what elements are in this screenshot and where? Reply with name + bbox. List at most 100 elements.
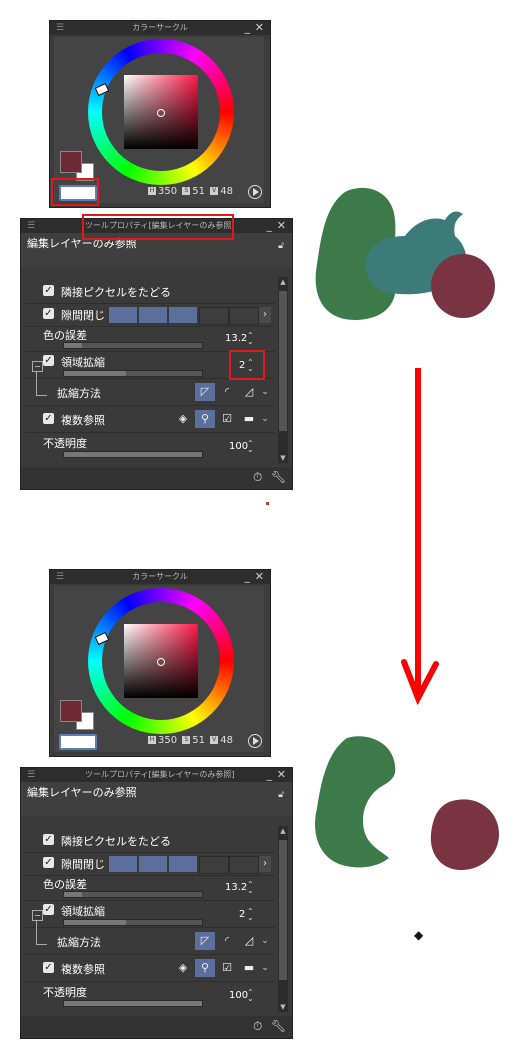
- gap-level-1[interactable]: [109, 307, 137, 323]
- close-icon[interactable]: ✕: [255, 570, 264, 584]
- sv-cursor[interactable]: [157, 109, 165, 117]
- close-icon[interactable]: ✕: [277, 768, 286, 782]
- paint-bucket-icon: ◆: [414, 928, 424, 942]
- lock-icon[interactable]: 🔓︎: [278, 241, 284, 251]
- hue-ring[interactable]: [88, 588, 234, 734]
- reference-layer-icon[interactable]: ☑: [217, 959, 237, 977]
- maroon-shape: [430, 799, 499, 870]
- spin-icon[interactable]: ⌃ ⌄: [247, 881, 254, 895]
- close-icon[interactable]: ✕: [255, 21, 264, 35]
- minimize-icon[interactable]: _: [245, 21, 251, 35]
- color-margin-slider[interactable]: [63, 342, 203, 349]
- gap-level-3[interactable]: [169, 307, 197, 323]
- panel-footer: ⏱ 🔧︎: [21, 1016, 292, 1038]
- tool-property-panel: ☰ ツールプロパティ[編集レイヤーのみ参照] _ ✕ 編集レイヤーのみ参照 🔓︎…: [20, 767, 293, 1039]
- menu-grip-icon[interactable]: ☰: [27, 219, 35, 233]
- lock-icon[interactable]: 🔓︎: [278, 790, 284, 800]
- scale-method-blur-icon[interactable]: ◿: [239, 932, 259, 950]
- edit-layer-icon[interactable]: ⚲: [195, 959, 215, 977]
- row-multi-ref: ✓ 複数参照 ◈ ⚲ ☑ ▬ ⌄: [25, 955, 275, 982]
- chevron-down-icon[interactable]: ⌄: [259, 959, 271, 977]
- folder-icon[interactable]: ▬: [239, 410, 259, 428]
- area-scaling-slider[interactable]: [63, 370, 203, 377]
- close-gap-checkbox[interactable]: ✓: [43, 857, 54, 868]
- folder-icon[interactable]: ▬: [239, 959, 259, 977]
- chevron-down-icon[interactable]: ⌄: [259, 932, 271, 950]
- color-mode-toggle[interactable]: [59, 734, 97, 750]
- minimize-icon[interactable]: _: [245, 570, 251, 584]
- panel-titlebar[interactable]: ☰ カラーサークル _ ✕: [50, 21, 270, 35]
- adjacent-pixel-checkbox[interactable]: ✓: [43, 834, 54, 845]
- color-margin-value: 13.2: [225, 882, 248, 893]
- gap-level-4[interactable]: [199, 856, 229, 874]
- minimize-icon[interactable]: _: [267, 219, 273, 233]
- wrench-icon[interactable]: 🔧︎: [271, 1019, 286, 1033]
- gap-level-1[interactable]: [109, 856, 137, 872]
- panel-title: ツールプロパティ[編集レイヤーのみ参照]: [85, 770, 235, 779]
- wrench-icon[interactable]: 🔧︎: [271, 470, 286, 484]
- minimize-icon[interactable]: _: [267, 768, 273, 782]
- sv-cursor[interactable]: [157, 658, 165, 666]
- gap-level-2[interactable]: [139, 307, 167, 323]
- gap-level-3[interactable]: [169, 856, 197, 872]
- row-close-gap: ✓ 隙間閉じ ›: [25, 304, 275, 327]
- gap-level-5[interactable]: [229, 307, 259, 325]
- play-icon[interactable]: [248, 185, 262, 199]
- layers-icon[interactable]: ◈: [173, 959, 193, 977]
- settings-icon[interactable]: ⏱: [253, 1019, 262, 1034]
- settings-icon[interactable]: ⏱: [253, 470, 262, 485]
- scale-method-round-icon[interactable]: ◜: [217, 932, 237, 950]
- hue-ring[interactable]: [88, 39, 234, 185]
- color-circle-panel: ☰ カラーサークル _ ✕ H 350 S 51 V 48: [49, 569, 271, 757]
- scroll-down-icon[interactable]: ▼: [278, 453, 288, 463]
- menu-grip-icon[interactable]: ☰: [56, 23, 64, 33]
- opacity-value: 100: [229, 441, 249, 452]
- main-color-swatch[interactable]: [60, 700, 82, 722]
- row-scaling-method: 拡縮方法 ◸ ◜ ◿ ⌄: [25, 928, 275, 955]
- row-scaling-method: 拡縮方法 ◸ ◜ ◿ ⌄: [25, 379, 275, 406]
- panel-titlebar[interactable]: ☰ カラーサークル _ ✕: [50, 570, 270, 584]
- close-gap-checkbox[interactable]: ✓: [43, 308, 54, 319]
- adjacent-pixel-checkbox[interactable]: ✓: [43, 285, 54, 296]
- spin-icon[interactable]: ⌃ ⌄: [247, 908, 254, 922]
- spin-icon[interactable]: ⌃ ⌄: [247, 332, 254, 346]
- menu-grip-icon[interactable]: ☰: [56, 572, 64, 582]
- area-scaling-checkbox[interactable]: ✓: [43, 904, 54, 915]
- gap-level-5[interactable]: [229, 856, 259, 874]
- spin-icon[interactable]: ⌃ ⌄: [247, 440, 254, 454]
- main-color-swatch[interactable]: [60, 151, 82, 173]
- area-scaling-slider[interactable]: [63, 919, 203, 926]
- close-icon[interactable]: ✕: [277, 219, 286, 233]
- scale-method-blur-icon[interactable]: ◿: [239, 383, 259, 401]
- canvas-top[interactable]: [305, 180, 515, 330]
- scale-method-square-icon[interactable]: ◸: [195, 383, 215, 401]
- opacity-slider[interactable]: [63, 1000, 203, 1007]
- chevron-down-icon[interactable]: ⌄: [259, 383, 271, 401]
- layers-icon[interactable]: ◈: [173, 410, 193, 428]
- chevron-down-icon[interactable]: ⌄: [259, 410, 271, 428]
- panel-titlebar[interactable]: ☰ ツールプロパティ[編集レイヤーのみ参照] _ ✕: [21, 768, 292, 782]
- red-highlight-box: [82, 214, 234, 240]
- scale-method-square-icon[interactable]: ◸: [195, 932, 215, 950]
- spin-icon[interactable]: ⌃ ⌄: [247, 989, 254, 1003]
- multi-ref-checkbox[interactable]: ✓: [43, 413, 54, 424]
- edit-layer-icon[interactable]: ⚲: [195, 410, 215, 428]
- scrollbar[interactable]: ▲ ▼: [278, 277, 288, 463]
- chevron-right-icon[interactable]: ›: [259, 856, 271, 872]
- multi-ref-checkbox[interactable]: ✓: [43, 962, 54, 973]
- scroll-down-icon[interactable]: ▼: [278, 1002, 288, 1012]
- scale-method-round-icon[interactable]: ◜: [217, 383, 237, 401]
- scroll-up-icon[interactable]: ▲: [278, 826, 288, 836]
- color-margin-slider[interactable]: [63, 891, 203, 898]
- reference-layer-icon[interactable]: ☑: [217, 410, 237, 428]
- play-icon[interactable]: [248, 734, 262, 748]
- gap-level-2[interactable]: [139, 856, 167, 872]
- gap-level-4[interactable]: [199, 307, 229, 325]
- scrollbar[interactable]: ▲ ▼: [278, 826, 288, 1012]
- scroll-up-icon[interactable]: ▲: [278, 277, 288, 287]
- menu-grip-icon[interactable]: ☰: [27, 768, 35, 782]
- area-scaling-checkbox[interactable]: ✓: [43, 355, 54, 366]
- canvas-bottom[interactable]: [305, 730, 515, 880]
- chevron-right-icon[interactable]: ›: [259, 307, 271, 323]
- opacity-slider[interactable]: [63, 451, 203, 458]
